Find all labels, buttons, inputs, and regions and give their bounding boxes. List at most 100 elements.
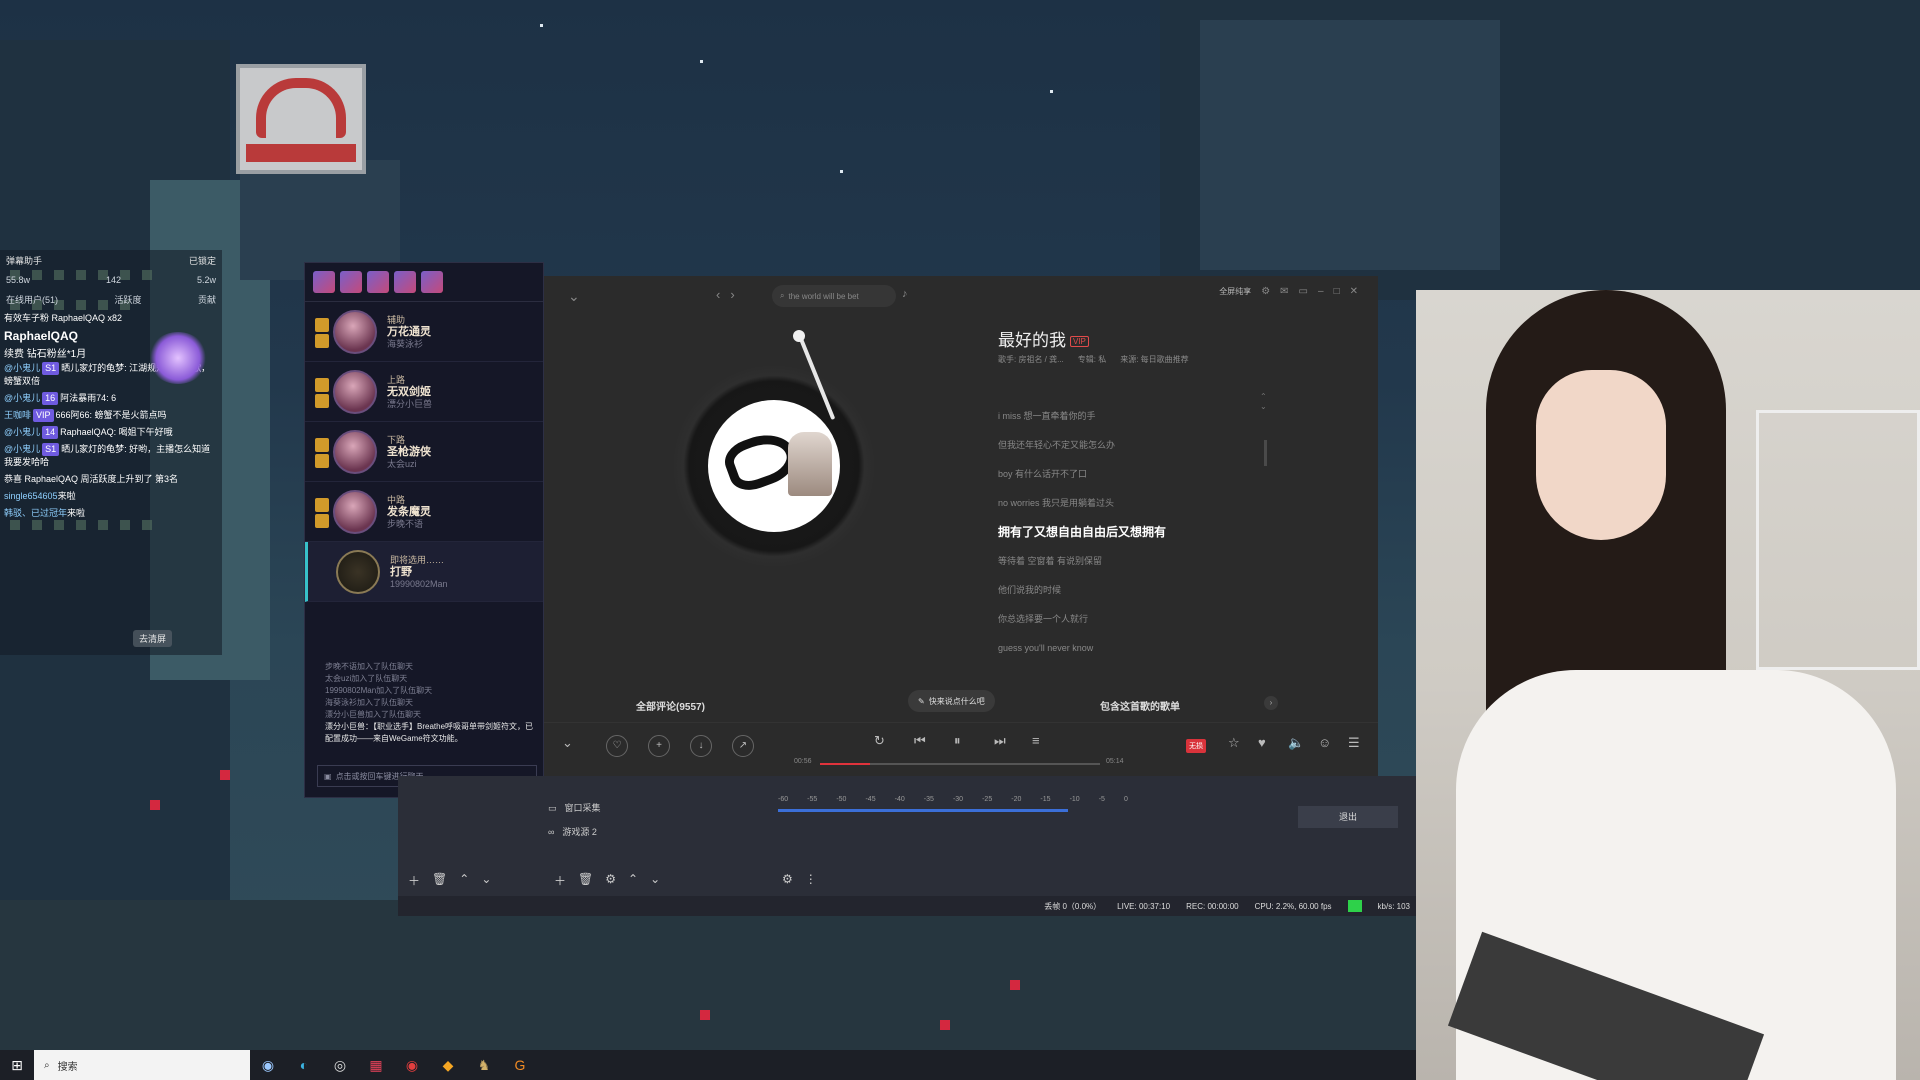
lyric-line[interactable]: no worries 我只是用躺着过头 [998,489,1228,518]
progress-bar[interactable] [820,763,1100,765]
playlist-icon[interactable]: ☰ [1348,735,1360,751]
chat-username[interactable]: @小鬼儿 [4,363,40,373]
player-role: 下路 [387,434,406,445]
street [0,900,1420,1060]
down-icon[interactable]: ⌄ [650,872,660,889]
collapse-icon[interactable]: ⌄ [568,288,580,305]
chat-username[interactable]: single654605 [4,491,58,501]
player-champ: 打野 [390,565,412,578]
fan-level-badge: VIP [33,409,54,422]
fans-stat: 142 [105,275,122,285]
effects-icon[interactable]: ☆ [1228,735,1240,751]
pause-icon[interactable]: ⏸ [954,733,961,749]
previous-track-icon[interactable]: ⏮ [914,733,926,749]
all-comments-link[interactable]: 全部评论(9557) [636,698,705,713]
star [1050,90,1053,93]
search-input[interactable]: ⌕ the world will be bet [772,285,896,307]
listen-together-icon[interactable]: ☺ [1318,735,1331,750]
album-cover [708,400,840,532]
down-icon[interactable]: ⌄ [481,872,491,889]
repeat-icon[interactable]: ↻ [874,733,885,749]
close-icon[interactable]: ✕ [1350,286,1358,297]
chat-username[interactable]: @小鬼儿 [4,393,40,403]
up-icon[interactable]: ⌃ [459,872,469,889]
progress-fill [820,763,871,765]
delete-icon[interactable]: 🗑 [432,872,447,889]
settings-icon[interactable]: ⚙ [1261,286,1270,297]
source-item[interactable]: ▭ 窗口采集 [548,796,601,820]
more-icon[interactable]: ⋮ [805,872,817,886]
chevron-down-icon[interactable]: ⌄ [562,735,573,751]
current-lyric-line[interactable]: 拥有了又想自由自由后又想拥有 [998,518,1228,547]
chat-username[interactable]: 王咖啡 [4,410,31,420]
lyrics-toggle-icon[interactable]: ≡ [1032,733,1040,748]
song-meta: 歌手: 房祖名 / 龚... 专辑: 私 来源: 每日歌曲推荐 [998,354,1189,365]
add-icon[interactable]: ＋ [554,872,566,889]
lyric-line[interactable]: 但我还年轻心不定又能怎么办 [998,431,1228,460]
tab-online-users[interactable]: 在线用户(51) [6,293,58,306]
album-link[interactable]: 专辑: 私 [1078,354,1106,365]
source-item[interactable]: ∞ 游戏源 2 [548,820,601,844]
comments-bar: 全部评论(9557) ✎ 快来说点什么吧 包含这首歌的歌单 › [544,684,1378,714]
obs-icon[interactable]: ◎ [322,1057,358,1074]
lyric-scroll-arrows-icon[interactable]: ⌃ ⌄ [1260,392,1267,412]
write-comment-button[interactable]: ✎ 快来说点什么吧 [908,690,995,712]
download-icon[interactable]: ↓ [690,735,712,757]
chat-message: 韩驳、已过冠年来啦 [0,505,222,522]
minimize-icon[interactable]: – [1318,286,1324,297]
add-icon[interactable]: ＋ [408,872,420,889]
lol-icon[interactable]: ♞ [466,1057,502,1074]
share-icon[interactable]: ↗ [732,735,754,757]
summoner-spell-icon [315,454,329,468]
lyrics-scrollbar[interactable] [1264,440,1267,466]
up-icon[interactable]: ⌃ [628,872,638,889]
delete-icon[interactable]: 🗑 [578,872,593,889]
maximize-icon[interactable]: □ [1334,286,1340,297]
tab-contribution[interactable]: 贡献 [198,293,216,306]
steam-icon[interactable]: ◉ [250,1057,286,1074]
next-track-icon[interactable]: ⏭ [994,733,1006,749]
source-name: 窗口采集 [564,803,601,813]
like-heart-icon[interactable]: ♡ [606,735,628,757]
lyric-line[interactable]: 你总选择要一个人就行 [998,605,1228,634]
gear-icon[interactable]: ⚙ [782,872,793,886]
game-launcher-icon[interactable]: ◆ [430,1057,466,1074]
lyric-line[interactable]: 等待着 空窗着 有说别保留 [998,547,1228,576]
back-icon[interactable]: ‹ [716,287,720,302]
mail-icon[interactable]: ✉ [1280,286,1288,297]
lyric-line[interactable]: 他们说我的时候 [998,576,1228,605]
lyric-line[interactable]: i miss 想一直牵着你的手 [998,402,1228,431]
forward-icon[interactable]: › [730,287,734,302]
lock-status[interactable]: 已锁定 [189,254,216,267]
chat-username[interactable]: @小鬼儿 [4,427,40,437]
add-to-playlist-icon[interactable]: + [648,735,670,757]
singer-link[interactable]: 歌手: 房祖名 / 龚... [998,354,1064,365]
voice-search-icon[interactable]: ♪ [902,288,908,300]
gear-icon[interactable]: ⚙ [605,872,616,889]
mini-mode-icon[interactable]: ▭ [1299,286,1308,297]
app-icon[interactable]: ▦ [358,1057,394,1074]
edge-icon[interactable]: ◐ [286,1057,322,1073]
exit-button[interactable]: 退出 [1298,806,1398,828]
champion-icon [367,271,389,293]
tab-activity[interactable]: 活跃度 [114,293,141,306]
immersive-mode-label[interactable]: 全屏纯享 [1219,286,1251,297]
taskbar-search[interactable]: ⌕ 搜索 [34,1050,250,1080]
chevron-right-icon[interactable]: › [1264,696,1278,710]
clear-screen-button[interactable]: 去清屏 [132,630,172,647]
source-buttons: ＋ 🗑 ⚙ ⌃ ⌄ [554,872,660,889]
volume-slider[interactable] [778,809,1068,812]
wegame-icon[interactable]: G [502,1057,538,1073]
player-info: 辅助 万花通灵 海葵泳衫 [387,314,431,350]
quality-badge[interactable]: 无损 [1186,739,1206,753]
windows-start-icon[interactable]: ⊞ [0,1057,34,1074]
volume-icon[interactable]: 🔈 [1288,735,1304,751]
netease-music-icon[interactable]: ◉ [394,1057,430,1074]
lyric-line[interactable]: boy 有什么话开不了口 [998,460,1228,489]
related-playlists-link[interactable]: 包含这首歌的歌单 [1100,698,1180,713]
chat-username[interactable]: 韩驳、已过冠年 [4,508,67,518]
source-link[interactable]: 来源: 每日歌曲推荐 [1120,354,1188,365]
lyric-line[interactable]: guess you'll never know [998,634,1228,663]
heart-rate-icon[interactable]: ♥ [1258,735,1266,750]
chat-username[interactable]: @小鬼儿 [4,444,40,454]
